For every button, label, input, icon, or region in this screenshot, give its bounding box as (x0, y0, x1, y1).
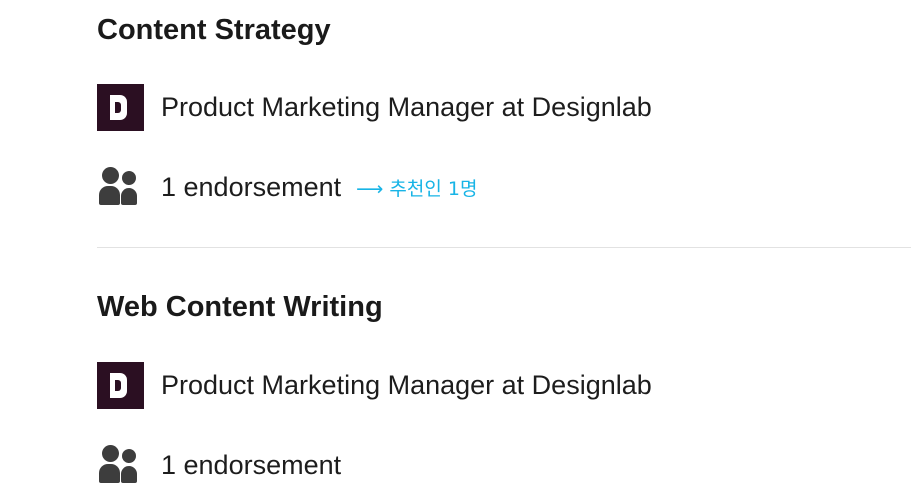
people-icon (97, 443, 137, 487)
designlab-logo-icon[interactable] (97, 361, 144, 409)
experience-label[interactable]: Product Marketing Manager at Designlab (161, 92, 652, 123)
designlab-logo-icon[interactable] (97, 83, 144, 131)
skill-endorsement-row: 1 endorsement (97, 441, 341, 489)
endorsement-count[interactable]: 1 endorsement (161, 450, 341, 481)
skill-title[interactable]: Content Strategy (97, 14, 331, 47)
skill-experience-row: Product Marketing Manager at Designlab (97, 83, 652, 131)
section-divider (97, 247, 911, 248)
skill-endorsement-row: 1 endorsement ⟶ 추천인 1명 (97, 163, 477, 211)
skill-title[interactable]: Web Content Writing (97, 291, 383, 324)
skill-experience-row: Product Marketing Manager at Designlab (97, 361, 652, 409)
endorsement-count[interactable]: 1 endorsement (161, 172, 341, 203)
endorsement-annotation: ⟶ 추천인 1명 (356, 177, 478, 200)
people-icon (97, 165, 137, 209)
experience-label[interactable]: Product Marketing Manager at Designlab (161, 370, 652, 401)
